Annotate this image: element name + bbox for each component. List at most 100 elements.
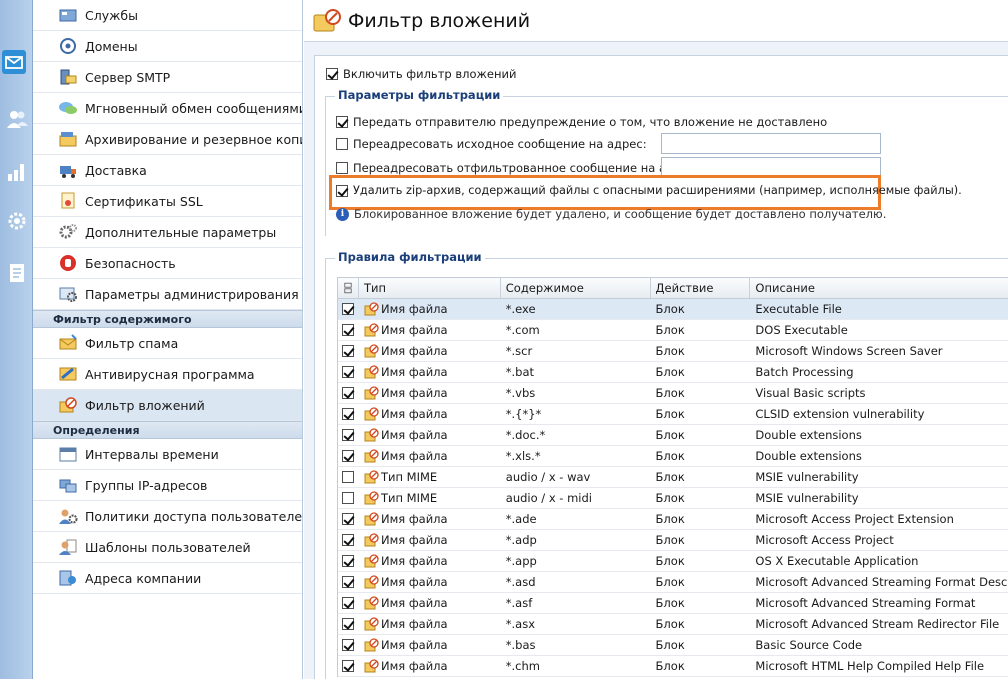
rule-enabled-checkbox[interactable] [342, 513, 355, 525]
sidebar-item-ip-groups[interactable]: Группы IP-адресов [33, 470, 302, 501]
rule-action: Блок [655, 617, 685, 631]
redirect-filtered-checkbox[interactable] [336, 162, 348, 174]
rule-content: *.{*}* [505, 407, 542, 421]
rule-content: *.exe [505, 302, 536, 316]
sidebar-item-spam-filter[interactable]: Фильтр спама [33, 328, 302, 359]
sidebar-item-services[interactable]: Службы [33, 0, 302, 31]
delete-zip-checkbox[interactable] [336, 184, 348, 197]
rule-type: Тип MIME [380, 491, 438, 505]
rule-enabled-checkbox[interactable] [342, 492, 355, 504]
sidebar-item-label: Интервалы времени [85, 446, 219, 462]
sidebar-item-smtp-server[interactable]: Сервер SMTP [33, 62, 302, 93]
notify-sender-row[interactable]: Передать отправителю предупреждение о то… [336, 115, 827, 129]
table-row[interactable]: Имя файла *.bas Блок Basic Source Code [338, 635, 1008, 656]
notify-sender-checkbox[interactable] [336, 116, 348, 128]
table-row[interactable]: Имя файла *.asf Блок Microsoft Advanced Str… [338, 593, 1008, 614]
sidebar-item-calendar-book[interactable]: Интервалы времени [33, 439, 302, 470]
sidebar-item-attachment-filter[interactable]: Фильтр вложений [33, 390, 302, 421]
column-header-type[interactable]: Тип [359, 278, 501, 298]
table-row[interactable]: Имя файла *.asx Блок Microsoft Advanced Str… [338, 614, 1008, 635]
rule-enabled-checkbox[interactable] [342, 639, 355, 651]
rule-content: *.com [505, 323, 540, 337]
rule-content: *.ade [505, 512, 537, 526]
table-row[interactable]: Имя файла *.com Блок DOS Executable [338, 320, 1008, 341]
redirect-original-checkbox[interactable] [336, 138, 348, 150]
rule-enabled-checkbox[interactable] [342, 303, 355, 315]
table-row[interactable]: Имя файла *.doc.* Блок Double extensions [338, 425, 1008, 446]
rule-enabled-checkbox[interactable] [342, 555, 355, 567]
rule-enabled-checkbox[interactable] [342, 408, 355, 420]
rule-enabled-checkbox[interactable] [342, 618, 355, 630]
rule-type-icon [364, 365, 379, 379]
select-all-header[interactable] [338, 278, 359, 298]
rule-content: *.app [505, 554, 537, 568]
rule-description: OS X Executable Application [755, 554, 919, 568]
rule-enabled-checkbox[interactable] [342, 324, 355, 336]
table-row[interactable]: Имя файла *.ade Блок Microsoft Access Proje… [338, 509, 1008, 530]
rule-description: Microsoft Access Project [755, 533, 894, 547]
column-header-content[interactable]: Содержимое [501, 278, 651, 298]
settings-sidebar: Службы Домены Сервер SMTP Мгновенный обмен … [33, 0, 303, 679]
rule-enabled-checkbox[interactable] [342, 366, 355, 378]
rule-type: Имя файла [380, 617, 448, 631]
column-header-action[interactable]: Действие [651, 278, 751, 298]
sidebar-item-certificate[interactable]: Сертификаты SSL [33, 186, 302, 217]
sidebar-item-company-addresses[interactable]: Адреса компании [33, 563, 302, 594]
enable-filter-checkbox[interactable] [326, 68, 338, 80]
rule-enabled-checkbox[interactable] [342, 429, 355, 441]
rule-type-icon [364, 575, 379, 589]
sidebar-item-stop-hand[interactable]: Безопасность [33, 248, 302, 279]
sidebar-item-label: Антивирусная программа [85, 366, 255, 382]
users-icon[interactable] [1, 104, 32, 134]
redirect-filtered-row[interactable]: Переадресовать отфильтрованное сообщение… [336, 161, 699, 175]
sidebar-item-chat-bubbles[interactable]: Мгновенный обмен сообщениями [33, 93, 302, 124]
sidebar-item-admin-settings[interactable]: Параметры администрирования [33, 279, 302, 310]
table-row[interactable]: Имя файла *.bat Блок Batch Processing [338, 362, 1008, 383]
navigation-rail [0, 0, 33, 679]
archive-icon [57, 129, 79, 149]
table-row[interactable]: Тип MIME audio / x - midi Блок MSIE vulnera… [338, 488, 1008, 509]
rule-enabled-checkbox[interactable] [342, 471, 355, 483]
rule-type-icon [364, 491, 379, 505]
table-row[interactable]: Имя файла *.{*}* Блок CLSID extension vulne… [338, 404, 1008, 425]
sidebar-item-gears[interactable]: Дополнительные параметры [33, 217, 302, 248]
chart-icon[interactable] [1, 156, 32, 186]
rule-enabled-checkbox[interactable] [342, 576, 355, 588]
table-row[interactable]: Имя файла *.chm Блок Microsoft HTML Help Co… [338, 656, 1008, 677]
rule-enabled-checkbox[interactable] [342, 534, 355, 546]
gear-icon[interactable] [1, 206, 32, 236]
rule-enabled-checkbox[interactable] [342, 387, 355, 399]
mail-icon[interactable] [2, 50, 26, 74]
column-header-description[interactable]: Описание [750, 278, 1008, 298]
table-row[interactable]: Имя файла *.exe Блок Executable File [338, 299, 1008, 320]
page-title: Фильтр вложений [348, 9, 531, 32]
rule-type-icon [364, 638, 379, 652]
table-row[interactable]: Имя файла *.asd Блок Microsoft Advanced Str… [338, 572, 1008, 593]
table-row[interactable]: Имя файла *.scr Блок Microsoft Windows Scre… [338, 341, 1008, 362]
rule-enabled-checkbox[interactable] [342, 660, 355, 672]
table-row[interactable]: Тип MIME audio / x - wav Блок MSIE vulnerab… [338, 467, 1008, 488]
rule-enabled-checkbox[interactable] [342, 450, 355, 462]
table-row[interactable]: Имя файла *.app Блок OS X Executable Applic… [338, 551, 1008, 572]
table-row[interactable]: Имя файла *.adp Блок Microsoft Access Proje… [338, 530, 1008, 551]
table-row[interactable]: Имя файла *.vbs Блок Visual Basic scripts [338, 383, 1008, 404]
rule-enabled-checkbox[interactable] [342, 597, 355, 609]
sidebar-item-user-templates[interactable]: Шаблоны пользователей [33, 532, 302, 563]
document-icon[interactable] [1, 258, 32, 288]
notify-sender-label: Передать отправителю предупреждение о то… [353, 115, 828, 129]
delete-zip-row[interactable]: Удалить zip-архив, содержащий файлы с оп… [336, 184, 962, 197]
rule-enabled-checkbox[interactable] [342, 345, 355, 357]
table-row[interactable]: Имя файла *.xls.* Блок Double extensions [338, 446, 1008, 467]
sidebar-item-delivery[interactable]: Доставка [33, 155, 302, 186]
enable-filter-row[interactable]: Включить фильтр вложений [326, 67, 516, 81]
redirect-original-row[interactable]: Переадресовать исходное сообщение на адр… [336, 137, 647, 151]
sidebar-item-archive[interactable]: Архивирование и резервное копирование [33, 124, 302, 155]
sidebar-item-at-sign[interactable]: Домены [33, 31, 302, 62]
section-definitions: Определения [33, 421, 302, 439]
rule-description: Basic Source Code [755, 638, 863, 652]
admin-settings-icon [57, 284, 79, 304]
sidebar-item-antivirus[interactable]: Антивирусная программа [33, 359, 302, 390]
rule-action: Блок [655, 512, 685, 526]
redirect-original-input[interactable] [661, 133, 881, 154]
sidebar-item-user-policies[interactable]: Политики доступа пользователей [33, 501, 302, 532]
